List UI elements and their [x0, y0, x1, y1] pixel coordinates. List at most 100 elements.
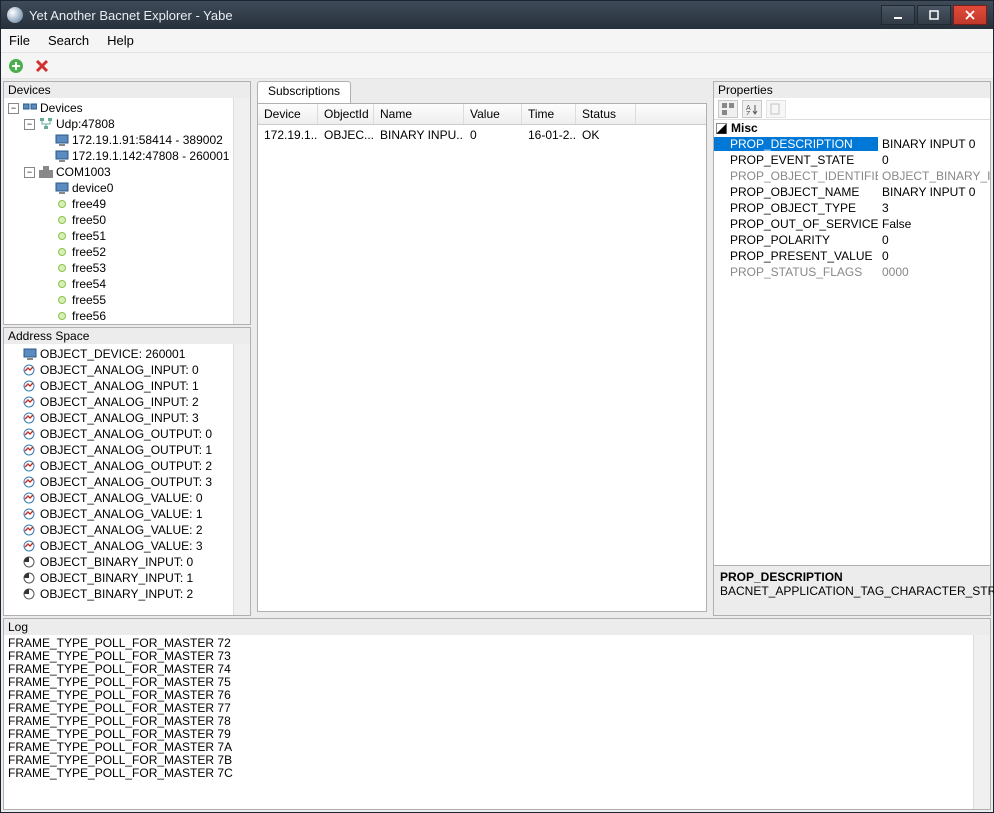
tree-device[interactable]: 172.19.1.142:47808 - 260001	[6, 148, 231, 164]
collapse-icon[interactable]: −	[24, 119, 35, 130]
subscriptions-grid[interactable]: Device ObjectId Name Value Time Status 1…	[257, 103, 707, 612]
col-device[interactable]: Device	[258, 104, 318, 124]
col-status[interactable]: Status	[576, 104, 636, 124]
object-icon	[22, 427, 37, 441]
address-space-item[interactable]: OBJECT_BINARY_INPUT: 2	[6, 586, 231, 602]
vertical-scrollbar[interactable]	[233, 98, 250, 324]
address-space-item[interactable]: OBJECT_ANALOG_VALUE: 0	[6, 490, 231, 506]
sort-button[interactable]: AZ	[742, 100, 762, 118]
col-time[interactable]: Time	[522, 104, 576, 124]
menu-help[interactable]: Help	[107, 33, 134, 48]
col-objectid[interactable]: ObjectId	[318, 104, 374, 124]
property-value[interactable]: 0	[878, 233, 990, 247]
col-value[interactable]: Value	[464, 104, 522, 124]
maximize-button[interactable]	[917, 5, 951, 25]
property-row[interactable]: PROP_PRESENT_VALUE0	[714, 248, 990, 264]
property-row[interactable]: PROP_DESCRIPTIONBINARY INPUT 0	[714, 136, 990, 152]
col-name[interactable]: Name	[374, 104, 464, 124]
property-grid[interactable]: ◢Misc PROP_DESCRIPTIONBINARY INPUT 0PROP…	[714, 120, 990, 565]
address-space-item[interactable]: OBJECT_ANALOG_OUTPUT: 0	[6, 426, 231, 442]
app-window: Yet Another Bacnet Explorer - Yabe File …	[0, 0, 994, 813]
vertical-scrollbar[interactable]	[973, 635, 990, 809]
property-value[interactable]: 3	[878, 201, 990, 215]
tree-device[interactable]: free52	[6, 244, 231, 260]
address-space-item[interactable]: OBJECT_ANALOG_INPUT: 3	[6, 410, 231, 426]
tree-device[interactable]: free51	[6, 228, 231, 244]
address-space-item[interactable]: OBJECT_ANALOG_OUTPUT: 3	[6, 474, 231, 490]
menu-search[interactable]: Search	[48, 33, 89, 48]
tree-device[interactable]: free56	[6, 308, 231, 324]
collapse-icon[interactable]: −	[8, 103, 19, 114]
property-row[interactable]: PROP_OBJECT_NAMEBINARY INPUT 0	[714, 184, 990, 200]
object-icon	[22, 379, 37, 393]
address-space-item[interactable]: OBJECT_ANALOG_OUTPUT: 1	[6, 442, 231, 458]
address-space-item[interactable]: OBJECT_BINARY_INPUT: 1	[6, 570, 231, 586]
devices-panel: Devices −Devices −Udp:47808 172.19.1.91:…	[3, 81, 251, 325]
property-row[interactable]: PROP_OBJECT_IDENTIFIEROBJECT_BINARY_I	[714, 168, 990, 184]
property-row[interactable]: PROP_POLARITY0	[714, 232, 990, 248]
collapse-icon[interactable]: −	[24, 167, 35, 178]
toolbar	[1, 53, 993, 79]
property-value[interactable]: 0000	[878, 265, 990, 279]
tab-subscriptions[interactable]: Subscriptions	[257, 81, 351, 103]
object-icon	[22, 411, 37, 425]
monitor-icon	[54, 149, 69, 163]
tree-device[interactable]: free49	[6, 196, 231, 212]
address-space-item[interactable]: OBJECT_ANALOG_VALUE: 2	[6, 522, 231, 538]
property-name: PROP_EVENT_STATE	[714, 153, 878, 167]
add-button[interactable]	[7, 57, 25, 75]
dot-icon	[54, 309, 69, 323]
property-value[interactable]: False	[878, 217, 990, 231]
property-value[interactable]: 0	[878, 153, 990, 167]
address-space-panel: Address Space OBJECT_DEVICE: 260001OBJEC…	[3, 327, 251, 616]
log-body[interactable]: FRAME_TYPE_POLL_FOR_MASTER 72FRAME_TYPE_…	[4, 635, 973, 809]
devices-tree[interactable]: −Devices −Udp:47808 172.19.1.91:58414 - …	[4, 98, 233, 324]
object-icon	[22, 347, 37, 361]
vertical-scrollbar[interactable]	[233, 344, 250, 615]
tree-device[interactable]: free50	[6, 212, 231, 228]
address-space-item[interactable]: OBJECT_ANALOG_OUTPUT: 2	[6, 458, 231, 474]
tree-udp[interactable]: −Udp:47808	[6, 116, 231, 132]
tree-root[interactable]: −Devices	[6, 100, 231, 116]
tree-device[interactable]: free54	[6, 276, 231, 292]
address-space-item[interactable]: OBJECT_ANALOG_INPUT: 0	[6, 362, 231, 378]
collapse-icon[interactable]: ◢	[716, 123, 727, 134]
property-row[interactable]: PROP_OBJECT_TYPE3	[714, 200, 990, 216]
tree-device[interactable]: free55	[6, 292, 231, 308]
categorize-button[interactable]	[718, 100, 738, 118]
property-value[interactable]: BINARY INPUT 0	[878, 185, 990, 199]
tree-device[interactable]: 172.19.1.91:58414 - 389002	[6, 132, 231, 148]
property-category[interactable]: ◢Misc	[714, 120, 990, 136]
address-space-item[interactable]: OBJECT_ANALOG_INPUT: 2	[6, 394, 231, 410]
menu-file[interactable]: File	[9, 33, 30, 48]
address-space-item[interactable]: OBJECT_ANALOG_VALUE: 3	[6, 538, 231, 554]
grid-header: Device ObjectId Name Value Time Status	[258, 104, 706, 125]
delete-button[interactable]	[33, 57, 51, 75]
dot-icon	[54, 245, 69, 259]
object-icon	[22, 363, 37, 377]
property-row[interactable]: PROP_STATUS_FLAGS0000	[714, 264, 990, 280]
address-space-item[interactable]: OBJECT_DEVICE: 260001	[6, 346, 231, 362]
property-row[interactable]: PROP_EVENT_STATE0	[714, 152, 990, 168]
grid-row[interactable]: 172.19.1... OBJEC... BINARY INPU... 0 16…	[258, 125, 706, 145]
property-value[interactable]: 0	[878, 249, 990, 263]
titlebar[interactable]: Yet Another Bacnet Explorer - Yabe	[1, 1, 993, 29]
property-name: PROP_POLARITY	[714, 233, 878, 247]
minimize-button[interactable]	[881, 5, 915, 25]
properties-header: Properties	[714, 82, 990, 98]
address-space-item[interactable]: OBJECT_ANALOG_INPUT: 1	[6, 378, 231, 394]
property-value[interactable]: OBJECT_BINARY_I	[878, 169, 990, 183]
property-value[interactable]: BINARY INPUT 0	[878, 137, 990, 151]
object-icon	[22, 491, 37, 505]
address-space-item[interactable]: OBJECT_BINARY_INPUT: 0	[6, 554, 231, 570]
close-button[interactable]	[953, 5, 987, 25]
tree-device[interactable]: device0	[6, 180, 231, 196]
address-space-tree[interactable]: OBJECT_DEVICE: 260001OBJECT_ANALOG_INPUT…	[4, 344, 233, 604]
address-space-item[interactable]: OBJECT_ANALOG_VALUE: 1	[6, 506, 231, 522]
tree-device[interactable]: free53	[6, 260, 231, 276]
tree-com[interactable]: −COM1003	[6, 164, 231, 180]
prop-desc-body: BACNET_APPLICATION_TAG_CHARACTER_STRING	[720, 584, 984, 598]
object-icon	[22, 443, 37, 457]
property-row[interactable]: PROP_OUT_OF_SERVICEFalse	[714, 216, 990, 232]
object-icon	[22, 587, 37, 601]
